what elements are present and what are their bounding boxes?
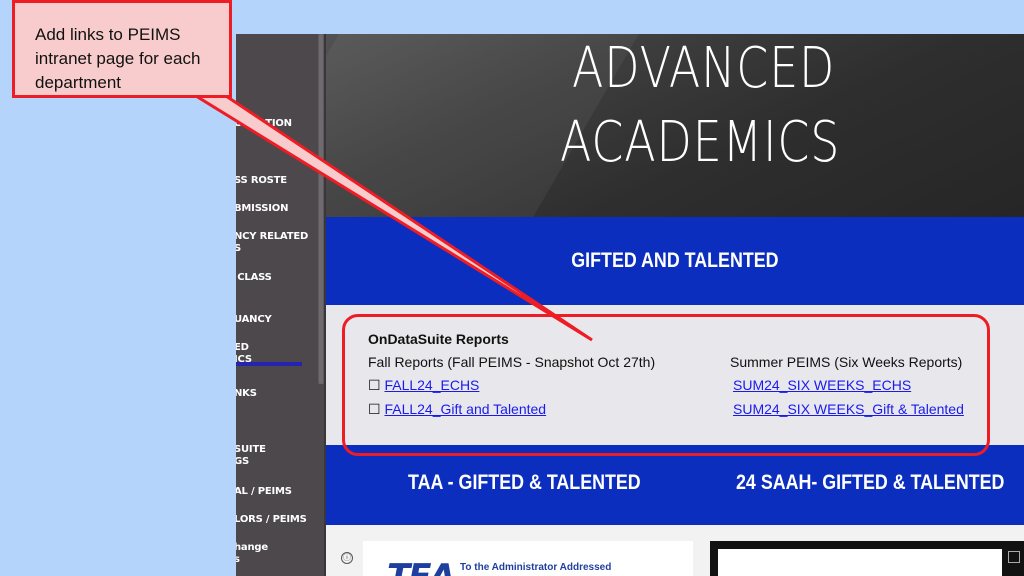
annotation-callout: Add links to PEIMS intranet page for eac… [12,0,232,98]
annotation-callout-text: Add links to PEIMS intranet page for eac… [35,25,201,92]
